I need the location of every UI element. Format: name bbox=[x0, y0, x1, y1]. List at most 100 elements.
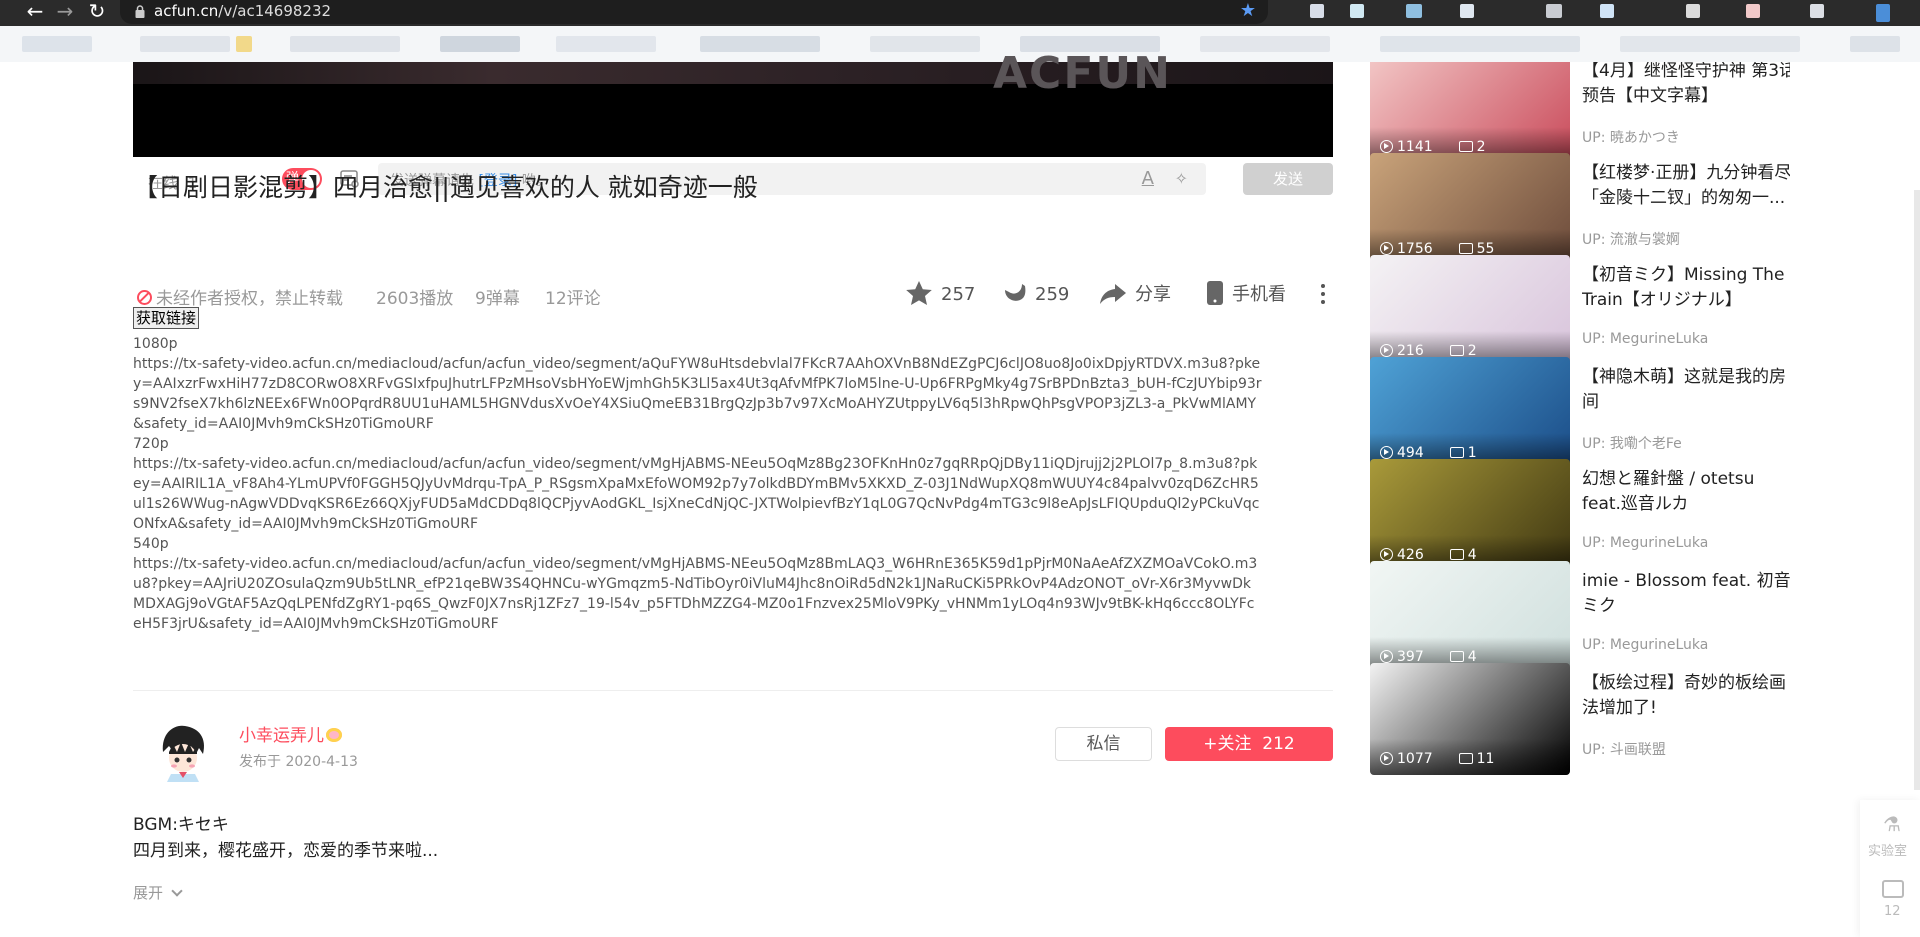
flask-icon[interactable]: ⚗ bbox=[1883, 812, 1901, 836]
lock-icon bbox=[135, 5, 145, 18]
url-text: acfun.cn/v/ac14698232 bbox=[154, 2, 332, 20]
rec-comment-count: 11 bbox=[1476, 751, 1495, 767]
play-icon bbox=[1380, 140, 1393, 153]
rec-uploader[interactable]: UP: MegurineLuka bbox=[1582, 637, 1708, 653]
forbidden-icon bbox=[137, 290, 152, 305]
video-thumbnail[interactable]: 1756 55 bbox=[1370, 153, 1570, 265]
rec-uploader[interactable]: UP: 暁あかつき bbox=[1582, 127, 1680, 147]
stream-url: https://tx-safety-video.acfun.cn/mediacl… bbox=[133, 556, 1258, 632]
get-link-button[interactable]: 获取链接 bbox=[133, 307, 200, 329]
danmaku-style-icon[interactable]: ✧ bbox=[1175, 169, 1188, 188]
browser-chrome: ← → ↻ acfun.cn/v/ac14698232 ★ bbox=[0, 0, 1920, 62]
comment-icon bbox=[1449, 345, 1464, 356]
chevron-down-icon bbox=[171, 885, 183, 897]
share-button[interactable]: 分享 bbox=[1099, 280, 1171, 308]
danmaku-count: 9弹幕 bbox=[475, 289, 520, 309]
uploader-name[interactable]: 小幸运弄儿 bbox=[239, 721, 342, 746]
comment-float-count: 12 bbox=[1884, 904, 1901, 919]
comment-icon bbox=[1449, 447, 1464, 458]
extension-icons[interactable] bbox=[1310, 2, 1910, 22]
like-button[interactable]: 257 bbox=[905, 280, 975, 308]
uploader-card: 小幸运弄儿 发布于 2020-4-13 私信 +关注 212 bbox=[133, 655, 1333, 782]
back-icon[interactable]: ← bbox=[22, 0, 48, 24]
scrollbar[interactable] bbox=[1914, 190, 1920, 790]
quality-label: 1080p bbox=[133, 336, 178, 352]
video-thumbnail[interactable]: 216 2 bbox=[1370, 255, 1570, 367]
thumbnail-stats: 1077 11 bbox=[1380, 751, 1494, 767]
browser-toolbar: ← → ↻ acfun.cn/v/ac14698232 ★ bbox=[0, 0, 1920, 26]
private-message-button[interactable]: 私信 bbox=[1055, 727, 1152, 761]
video-thumbnail[interactable]: 397 4 bbox=[1370, 561, 1570, 673]
lab-label[interactable]: 实验室 bbox=[1868, 840, 1907, 859]
rec-uploader[interactable]: UP: MegurineLuka bbox=[1582, 331, 1708, 347]
comment-icon bbox=[1458, 243, 1473, 254]
more-options-icon[interactable] bbox=[1320, 282, 1326, 304]
recommended-item[interactable]: 1077 11 【板绘过程】奇妙的板绘画法增加了! UP: 斗画联盟 bbox=[1370, 663, 1790, 775]
stream-links: 1080p https://tx-safety-video.acfun.cn/m… bbox=[133, 334, 1333, 634]
recommended-item[interactable]: 426 4 幻想と羅針盤 / otetsu feat.巡音ルカ UP: Megurin… bbox=[1370, 459, 1790, 571]
recommended-item[interactable]: 1141 2 【4月】继怪怪守护神 第3话 预告【中文字幕】 UP: 暁あかつき bbox=[1370, 62, 1790, 163]
rec-title[interactable]: 【神隐木萌】这就是我的房间 bbox=[1582, 365, 1790, 415]
quality-label: 540p bbox=[133, 536, 169, 552]
play-icon bbox=[1380, 344, 1393, 357]
description-line: 四月到来，樱花盛开，恋爱的季节来啦... bbox=[133, 841, 439, 861]
share-icon bbox=[1100, 284, 1126, 304]
reload-icon[interactable]: ↻ bbox=[84, 0, 110, 24]
rec-title[interactable]: imie - Blossom feat. 初音ミク bbox=[1582, 569, 1790, 619]
expand-description-button[interactable]: 展开 bbox=[133, 882, 183, 903]
rec-uploader[interactable]: UP: 流澈与裳婀 bbox=[1582, 229, 1680, 249]
rec-uploader[interactable]: UP: MegurineLuka bbox=[1582, 535, 1708, 551]
play-icon bbox=[1380, 446, 1393, 459]
star-icon bbox=[906, 281, 932, 305]
video-title: 【日剧日影混剪】四月治愈||遇见喜欢的人 就如奇迹一般 bbox=[133, 173, 758, 202]
avatar[interactable] bbox=[155, 722, 211, 782]
recommended-item[interactable]: 216 2 【初音ミク】Missing The Train【オリジナル】 UP: Me… bbox=[1370, 255, 1790, 367]
comment-icon bbox=[1458, 753, 1473, 764]
stream-url: https://tx-safety-video.acfun.cn/mediacl… bbox=[133, 456, 1260, 532]
recommended-item[interactable]: 1756 55 【红楼梦·正册】九分钟看尽「金陵十二钗」的匆匆一... UP: 流澈与… bbox=[1370, 153, 1790, 265]
send-danmaku-button[interactable]: 发送 bbox=[1243, 163, 1333, 195]
recommended-item[interactable]: 494 1 【神隐木萌】这就是我的房间 UP: 我嘞个老Fe bbox=[1370, 357, 1790, 469]
rec-title[interactable]: 幻想と羅針盤 / otetsu feat.巡音ルカ bbox=[1582, 467, 1790, 517]
recommended-item[interactable]: 397 4 imie - Blossom feat. 初音ミク UP: Megurin… bbox=[1370, 561, 1790, 673]
description-line: BGM:キセキ bbox=[133, 815, 229, 835]
play-icon bbox=[1380, 752, 1393, 765]
recommended-list: 1141 2 【4月】继怪怪守护神 第3话 预告【中文字幕】 UP: 暁あかつき 175… bbox=[1370, 62, 1790, 937]
banana-icon bbox=[1005, 284, 1026, 301]
play-icon bbox=[1380, 548, 1393, 561]
rec-title[interactable]: 【板绘过程】奇妙的板绘画法增加了! bbox=[1582, 671, 1790, 721]
rec-uploader[interactable]: UP: 我嘞个老Fe bbox=[1582, 433, 1682, 453]
rec-title[interactable]: 【4月】继怪怪守护神 第3话 预告【中文字幕】 bbox=[1582, 62, 1790, 109]
banana-button[interactable]: 259 bbox=[1001, 280, 1069, 308]
forward-icon[interactable]: → bbox=[52, 0, 78, 24]
text-format-icon[interactable]: A bbox=[1142, 168, 1154, 189]
floating-tools: ⚗ 实验室 12 bbox=[1860, 800, 1920, 937]
stream-url: https://tx-safety-video.acfun.cn/mediacl… bbox=[133, 356, 1262, 432]
video-thumbnail[interactable]: 1141 2 bbox=[1370, 62, 1570, 163]
video-frame: ACFUN bbox=[133, 48, 1333, 99]
video-description: BGM:キセキ 四月到来，樱花盛开，恋爱的季节来啦... bbox=[133, 812, 438, 864]
comment-icon[interactable] bbox=[1882, 880, 1904, 898]
video-thumbnail[interactable]: 1077 11 bbox=[1370, 663, 1570, 775]
video-thumbnail[interactable]: 426 4 bbox=[1370, 459, 1570, 571]
comment-icon bbox=[1449, 651, 1464, 662]
follow-button[interactable]: +关注 212 bbox=[1165, 727, 1333, 761]
acfun-watermark: ACFUN bbox=[993, 48, 1172, 99]
rec-play-count: 1077 bbox=[1397, 751, 1433, 767]
play-count: 2603播放 bbox=[376, 289, 454, 309]
phone-icon bbox=[1207, 281, 1223, 305]
bookmark-star-icon[interactable]: ★ bbox=[1240, 0, 1256, 21]
bookmarks-bar bbox=[0, 26, 1920, 62]
comment-icon bbox=[1449, 549, 1464, 560]
quality-label: 720p bbox=[133, 436, 169, 452]
rec-title[interactable]: 【红楼梦·正册】九分钟看尽「金陵十二钗」的匆匆一... bbox=[1582, 161, 1790, 211]
video-player[interactable]: ACFUN bbox=[133, 48, 1333, 157]
publish-date: 发布于 2020-4-13 bbox=[239, 754, 358, 770]
vip-badge-icon bbox=[326, 728, 342, 742]
address-bar[interactable]: acfun.cn/v/ac14698232 ★ bbox=[120, 0, 1268, 24]
video-thumbnail[interactable]: 494 1 bbox=[1370, 357, 1570, 469]
comment-count[interactable]: 12评论 bbox=[545, 284, 601, 309]
rec-uploader[interactable]: UP: 斗画联盟 bbox=[1582, 739, 1666, 759]
rec-title[interactable]: 【初音ミク】Missing The Train【オリジナル】 bbox=[1582, 263, 1790, 313]
mobile-watch-button[interactable]: 手机看 bbox=[1206, 280, 1286, 308]
